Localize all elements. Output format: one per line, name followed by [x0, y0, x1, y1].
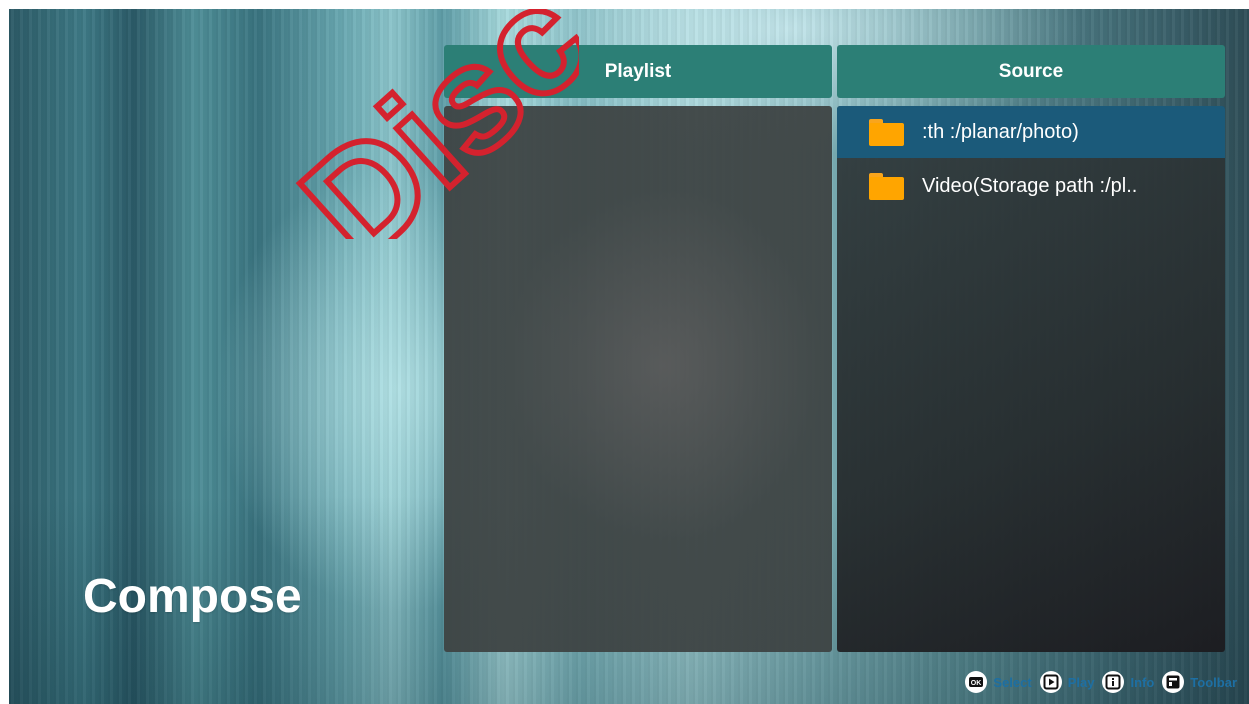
folder-icon — [869, 118, 904, 146]
folder-icon — [869, 172, 904, 200]
hint-select[interactable]: OK Select — [965, 671, 1032, 693]
source-header-label: Source — [998, 60, 1064, 82]
ok-icon: OK — [965, 671, 988, 693]
playlist-header[interactable]: Playlist — [444, 45, 832, 98]
play-icon — [1039, 671, 1062, 693]
playlist-panel[interactable] — [444, 106, 832, 652]
source-item-label: :th :/planar/photo) — [922, 120, 1079, 143]
hint-select-label: Select — [993, 674, 1032, 690]
svg-text:OK: OK — [971, 680, 982, 687]
source-item-label: Video(Storage path :/pl.. — [922, 174, 1138, 197]
hint-info[interactable]: Info — [1102, 671, 1154, 693]
toolbar-icon — [1162, 671, 1185, 693]
source-item-video[interactable]: Video(Storage path :/pl.. — [837, 160, 1225, 212]
source-panel[interactable]: :th :/planar/photo) Video(Storage path :… — [837, 106, 1225, 652]
source-header[interactable]: Source — [837, 45, 1225, 98]
hint-info-label: Info — [1130, 674, 1155, 690]
hint-play[interactable]: Play — [1039, 671, 1095, 693]
source-item-photo[interactable]: :th :/planar/photo) — [837, 106, 1225, 158]
background-screen: Disc Playlist Source :th :/planar/photo)… — [9, 9, 1249, 704]
hint-toolbar[interactable]: Toolbar — [1162, 671, 1237, 693]
page-title: Compose — [83, 570, 302, 623]
hint-toolbar-label: Toolbar — [1190, 674, 1237, 690]
key-hint-bar: OK Select Play Info Toolbar — [965, 671, 1237, 693]
playlist-header-label: Playlist — [604, 60, 672, 82]
info-icon — [1102, 671, 1125, 693]
hint-play-label: Play — [1067, 674, 1095, 690]
